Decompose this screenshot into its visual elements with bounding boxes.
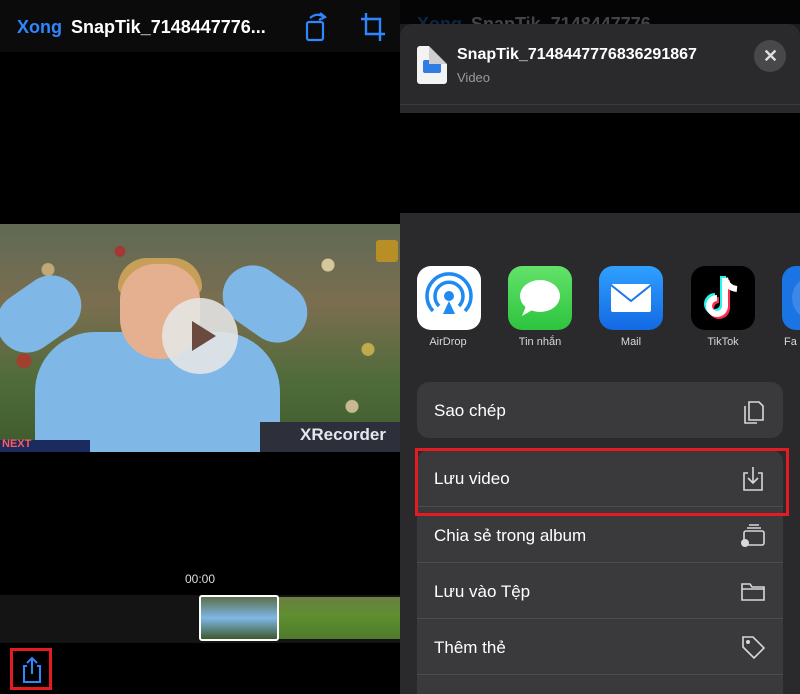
sheet-file-subtitle: Video [457, 70, 491, 85]
action-label: Sao chép [434, 401, 506, 420]
sheet-file-title: SnapTik_7148447776836291867 [457, 46, 697, 63]
crop-icon[interactable] [358, 10, 388, 44]
divider [400, 104, 800, 105]
action-more[interactable] [417, 675, 783, 694]
action-save-to-files[interactable]: Lưu vào Tệp [417, 563, 783, 619]
shared-album-icon [741, 524, 765, 547]
action-label: Thêm thẻ [434, 638, 506, 657]
mail-icon [610, 284, 652, 312]
share-sheet-screen: Xong SnapTik_7148447776 SnapTik_71484477… [400, 0, 800, 694]
app-mail[interactable] [599, 266, 663, 330]
scrubber-frame [359, 597, 400, 639]
share-icon [23, 656, 41, 683]
video-file-icon [417, 46, 447, 84]
rotate-icon[interactable] [300, 10, 332, 44]
app-label: Tin nhắn [518, 336, 562, 348]
action-copy[interactable]: Sao chép [417, 382, 783, 438]
action-label: Chia sẻ trong album [434, 526, 587, 545]
app-label: TikTok [707, 336, 739, 348]
video-title: SnapTik_7148447776... [71, 17, 266, 37]
timecode: 00:00 [184, 572, 216, 586]
highlight-box [415, 448, 789, 516]
navigation-bar: Xong SnapTik_7148447776... [0, 0, 400, 52]
clapperboard-icon [423, 60, 441, 73]
facebook-icon [792, 281, 800, 315]
app-messages[interactable] [508, 266, 572, 330]
action-add-tags[interactable]: Thêm thẻ [417, 619, 783, 675]
scrubber-frame [279, 597, 319, 639]
tag-icon [742, 636, 766, 660]
channel-logo [376, 240, 398, 262]
app-label: Fa [784, 336, 797, 348]
app-airdrop[interactable] [417, 266, 481, 330]
app-label: Mail [620, 336, 642, 348]
scrubber-current-frame[interactable] [199, 595, 279, 641]
tiktok-icon [704, 276, 738, 319]
background-navigation-bar: Xong SnapTik_7148447776 [400, 0, 800, 34]
app-facebook[interactable] [782, 266, 800, 330]
sheet-preview [400, 113, 800, 213]
messages-icon [520, 280, 560, 316]
ad-board-left-text: NEXT [2, 438, 32, 450]
copy-icon [744, 401, 764, 424]
watermark-text: XRecorder [300, 425, 386, 444]
play-button[interactable] [162, 298, 238, 374]
scrubber-frame [319, 597, 359, 639]
folder-icon [741, 583, 765, 601]
frame-scrubber[interactable] [0, 595, 400, 643]
share-button[interactable] [10, 648, 52, 690]
photos-viewer: Xong SnapTik_7148447776... NEXT XRecorde… [0, 0, 400, 694]
app-tiktok[interactable] [691, 266, 755, 330]
play-icon [192, 321, 216, 351]
done-button[interactable]: Xong [17, 17, 62, 38]
app-label: AirDrop [429, 336, 467, 348]
airdrop-icon [425, 272, 473, 314]
close-icon: ✕ [763, 46, 779, 66]
video-frame[interactable]: NEXT XRecorder [0, 224, 400, 452]
action-label: Lưu vào Tệp [434, 582, 531, 601]
close-button[interactable]: ✕ [754, 40, 786, 72]
